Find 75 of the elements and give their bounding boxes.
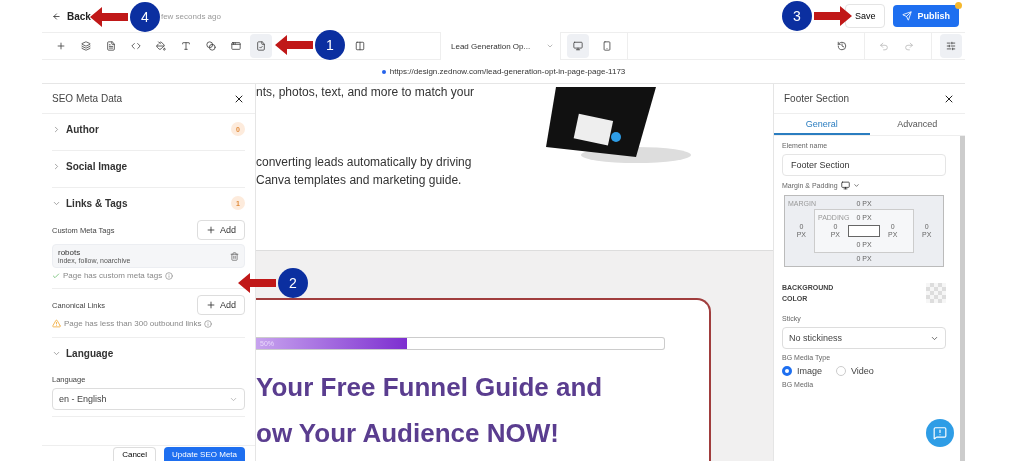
chevron-icon [52, 161, 61, 171]
sliders-icon [946, 40, 956, 52]
step-number: 4 [130, 2, 160, 32]
language-select[interactable]: en - English [52, 388, 245, 410]
chevron-icon[interactable] [852, 182, 860, 189]
callout-arrow [814, 6, 852, 26]
code-icon [131, 40, 141, 52]
warning-icon [52, 319, 61, 328]
status-dot [381, 69, 386, 74]
sticky-select[interactable]: No stickiness [782, 327, 946, 349]
body-text: Canva templates and marketing guide. [256, 172, 463, 188]
add-button[interactable]: Add [197, 220, 245, 240]
form-tool-button[interactable] [250, 34, 272, 58]
body-text: converting leads automatically by driving [256, 154, 473, 170]
form-icon [256, 40, 266, 52]
plus-icon [206, 225, 216, 235]
page-select[interactable]: Lead Generation Op... [440, 32, 560, 60]
back-arrow-icon [52, 11, 61, 21]
text-icon [181, 40, 191, 52]
callout-arrow [238, 273, 276, 293]
settings-button[interactable] [940, 34, 962, 58]
panel-tab[interactable]: Advanced [869, 114, 965, 135]
callout-arrow [90, 7, 128, 27]
undo-icon [879, 40, 889, 52]
monitor-icon[interactable] [840, 181, 850, 190]
page-url: https://design.zednow.com/lead-generation-opt-in-page-page-1173 [389, 67, 626, 76]
radio-option[interactable]: Video [836, 366, 874, 376]
cancel-button[interactable]: Cancel [113, 447, 157, 461]
chat-alert-icon [933, 426, 947, 440]
feedback-button[interactable] [926, 419, 954, 447]
status-message: Page has less than 300 outbound links [52, 319, 245, 328]
redo-icon [904, 40, 914, 52]
save-status: few seconds ago [160, 11, 221, 21]
panel-title: SEO Meta Data [52, 93, 123, 104]
headline: ow Your Audience NOW! [256, 417, 560, 450]
window-icon [231, 40, 241, 52]
step-number: 1 [315, 30, 345, 60]
step-number: 3 [782, 1, 812, 31]
tag-name: robots [58, 248, 82, 257]
info-icon [165, 271, 174, 280]
plus-icon [56, 40, 66, 52]
body-text: nts, photos, text, and more to match your [256, 84, 476, 100]
history-icon [837, 40, 847, 52]
section-header[interactable]: Social Image [52, 151, 245, 181]
panel-tab[interactable]: General [774, 114, 870, 135]
chevron-icon [52, 124, 61, 134]
delete-icon[interactable] [230, 251, 239, 261]
color-swatch[interactable] [926, 283, 946, 303]
section-header[interactable]: Language [52, 338, 245, 368]
columns-icon [355, 40, 365, 52]
document-icon [106, 40, 116, 52]
callout-arrow [275, 35, 313, 55]
radio-button[interactable] [782, 366, 792, 376]
update-button[interactable]: Update SEO Meta [164, 447, 245, 461]
check-icon [52, 271, 60, 280]
add-button[interactable]: Add [197, 295, 245, 315]
chevron-icon [546, 42, 554, 50]
circles-icon [206, 40, 216, 52]
save-button[interactable]: Save [844, 4, 886, 28]
element-name-field[interactable]: Footer Section [782, 154, 946, 176]
phone-icon [602, 40, 612, 52]
desktop-view-button[interactable] [567, 34, 589, 58]
radio-option[interactable]: Image [782, 366, 822, 376]
headline: Your Free Funnel Guide and [256, 371, 604, 404]
content-box [848, 225, 880, 237]
send-icon [902, 11, 913, 21]
info-icon [204, 319, 213, 328]
plus-icon [206, 300, 216, 310]
status-message: Page has custom meta tags [52, 271, 245, 280]
layers-icon [81, 40, 91, 52]
monitor-icon [573, 40, 583, 52]
paint-bucket-icon [156, 40, 166, 52]
back-link[interactable]: Back [52, 10, 91, 22]
panel-title: Footer Section [784, 93, 850, 104]
publish-button[interactable]: Publish [893, 5, 959, 27]
